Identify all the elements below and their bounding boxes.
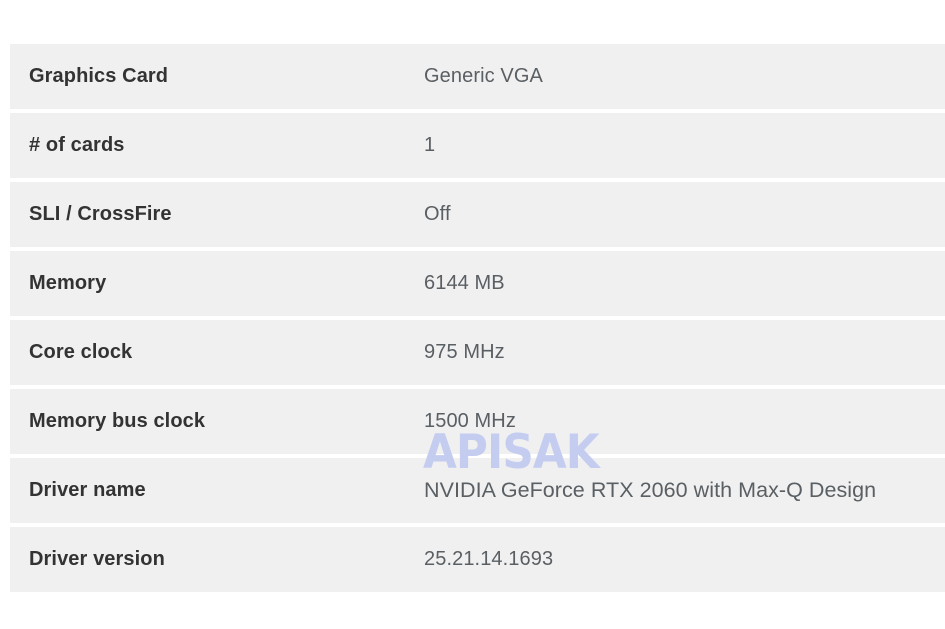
spec-value: 1 [424,134,436,156]
table-row: SLI / CrossFire Off [10,182,945,247]
spec-label: # of cards [29,134,125,156]
spec-label: Driver version [29,548,165,570]
spec-value: 975 MHz [424,341,505,363]
spec-value: 1500 MHz [424,410,516,432]
spec-value: 25.21.14.1693 [424,548,554,570]
spec-label: Memory bus clock [29,410,206,432]
spec-label: Graphics Card [29,65,169,87]
table-row: Core clock 975 MHz [10,320,945,385]
table-row: Memory bus clock 1500 MHz [10,389,945,454]
table-row: Memory 6144 MB [10,251,945,316]
spec-value: Off [424,203,451,225]
spec-value: 6144 MB [424,272,505,294]
spec-label: Core clock [29,341,133,363]
spec-label: Driver name [29,479,146,501]
table-row: Driver name NVIDIA GeForce RTX 2060 with… [10,458,945,523]
spec-label: Memory [29,272,107,294]
spec-value: Generic VGA [424,65,543,87]
graphics-card-spec-table: Graphics Card Generic VGA # of cards 1 S… [0,44,945,596]
spec-label: SLI / CrossFire [29,203,172,225]
table-row: # of cards 1 [10,113,945,178]
table-row: Driver version 25.21.14.1693 [10,527,945,592]
spec-value: NVIDIA GeForce RTX 2060 with Max-Q Desig… [424,478,877,502]
table-row: Graphics Card Generic VGA [10,44,945,109]
